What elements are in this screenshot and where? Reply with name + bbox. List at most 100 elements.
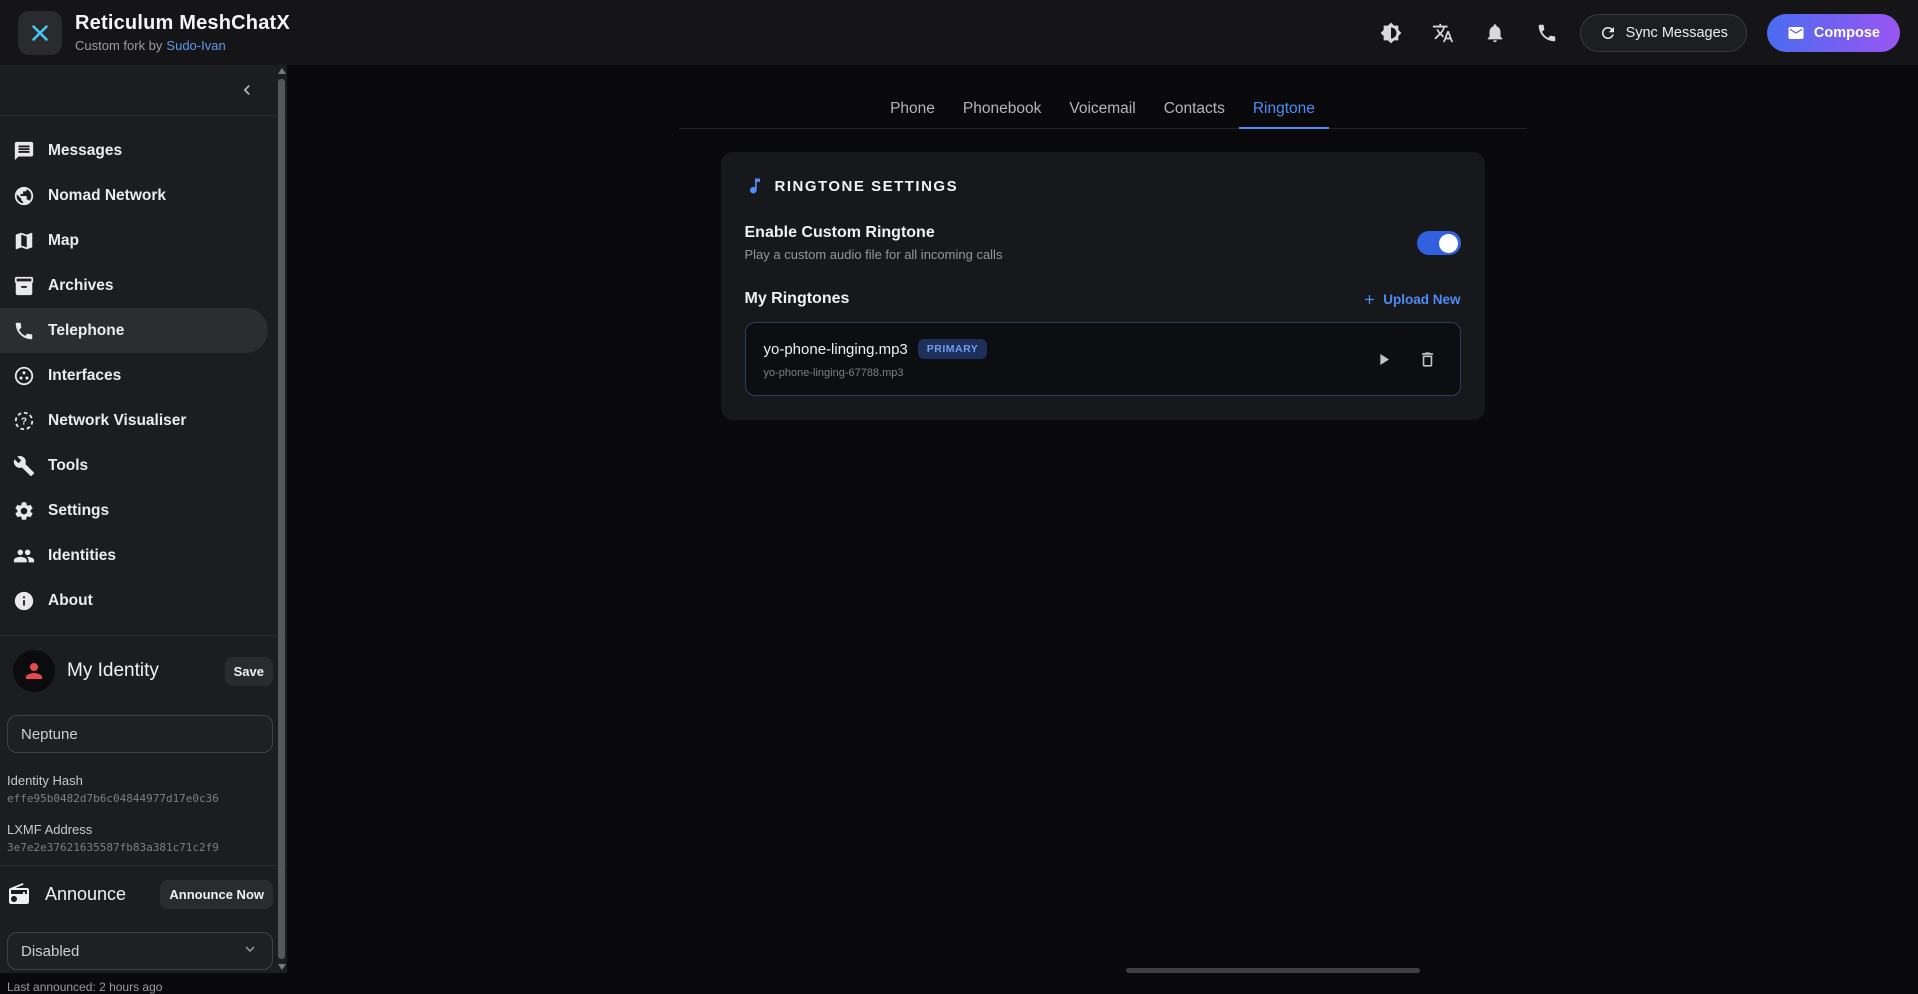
compose-label: Compose bbox=[1814, 25, 1880, 41]
sync-messages-button[interactable]: Sync Messages bbox=[1580, 14, 1747, 52]
sidebar-item-nomad-network[interactable]: Nomad Network bbox=[0, 173, 268, 218]
sidebar-item-identities[interactable]: Identities bbox=[0, 533, 268, 578]
enable-custom-ringtone-toggle[interactable] bbox=[1417, 231, 1461, 255]
display-name-input[interactable] bbox=[7, 715, 273, 753]
wrench-icon bbox=[13, 455, 35, 477]
globe-icon bbox=[13, 185, 35, 207]
fork-author-link[interactable]: Sudo-Ivan bbox=[166, 38, 225, 53]
ringtone-list-item[interactable]: yo-phone-linging.mp3 PRIMARY yo-phone-li… bbox=[745, 322, 1461, 396]
chevron-down-icon bbox=[241, 940, 259, 962]
sidebar-item-archives[interactable]: Archives bbox=[0, 263, 268, 308]
sidebar-item-label: Archives bbox=[48, 277, 113, 295]
sidebar-item-label: Identities bbox=[48, 547, 116, 565]
sidebar: Messages Nomad Network Map Archives Tele… bbox=[0, 65, 287, 973]
plus-icon bbox=[1362, 292, 1377, 307]
my-identity-section: My Identity Save Identity Hash effe95b04… bbox=[0, 636, 287, 854]
ringtone-actions bbox=[1370, 345, 1442, 373]
sidebar-item-interfaces[interactable]: Interfaces bbox=[0, 353, 268, 398]
enable-texts: Enable Custom Ringtone Play a custom aud… bbox=[745, 224, 1003, 262]
app-header: Reticulum MeshChatX Custom fork bySudo-I… bbox=[0, 0, 1918, 65]
archive-icon bbox=[13, 275, 35, 297]
announce-interval-select[interactable]: Disabled bbox=[7, 932, 273, 970]
lxmf-address-value: 3e7e2e37621635587fb83a381c71c2f9 bbox=[7, 841, 273, 854]
tab-phonebook[interactable]: Phonebook bbox=[949, 90, 1055, 129]
app-subtitle: Custom fork bySudo-Ivan bbox=[75, 38, 290, 53]
tab-ringtone[interactable]: Ringtone bbox=[1239, 90, 1329, 129]
page-title: Reticulum MeshChatX bbox=[75, 12, 290, 35]
info-icon bbox=[13, 590, 35, 612]
scroll-up-arrow-icon[interactable] bbox=[278, 68, 286, 74]
sidebar-item-label: Settings bbox=[48, 502, 109, 520]
ringtone-settings-card: RINGTONE SETTINGS Enable Custom Ringtone… bbox=[721, 152, 1485, 420]
phone-icon[interactable] bbox=[1528, 14, 1566, 52]
collapse-sidebar-button[interactable] bbox=[235, 78, 259, 102]
announce-title: Announce bbox=[45, 884, 126, 905]
card-title: RINGTONE SETTINGS bbox=[775, 178, 959, 195]
network-graph-icon: ? bbox=[13, 410, 35, 432]
sidebar-item-label: Interfaces bbox=[48, 367, 121, 385]
radio-icon bbox=[7, 882, 31, 906]
my-ringtones-row: My Ringtones Upload New bbox=[745, 290, 1461, 308]
ringtone-info: yo-phone-linging.mp3 PRIMARY yo-phone-li… bbox=[764, 339, 988, 379]
enable-custom-ringtone-description: Play a custom audio file for all incomin… bbox=[745, 247, 1003, 262]
sidebar-item-network-visualiser[interactable]: ? Network Visualiser bbox=[0, 398, 268, 443]
sidebar-item-label: Messages bbox=[48, 142, 122, 160]
sidebar-item-about[interactable]: About bbox=[0, 578, 268, 623]
ringtone-filename: yo-phone-linging-67788.mp3 bbox=[764, 367, 988, 379]
my-identity-header: My Identity Save bbox=[7, 649, 273, 693]
app-titles: Reticulum MeshChatX Custom fork bySudo-I… bbox=[75, 12, 290, 53]
last-announced-text: Last announced: 2 hours ago bbox=[7, 980, 273, 994]
tab-voicemail[interactable]: Voicemail bbox=[1055, 90, 1149, 129]
x-logo-icon bbox=[28, 21, 52, 45]
save-button[interactable]: Save bbox=[225, 657, 273, 686]
tab-phone[interactable]: Phone bbox=[876, 90, 949, 129]
sidebar-item-map[interactable]: Map bbox=[0, 218, 268, 263]
sidebar-scrollbar[interactable] bbox=[277, 65, 286, 973]
sidebar-item-telephone[interactable]: Telephone bbox=[0, 308, 268, 353]
scrollbar-thumb[interactable] bbox=[278, 79, 285, 959]
sidebar-item-messages[interactable]: Messages bbox=[0, 128, 268, 173]
announce-section: Announce Announce Now Disabled Last anno… bbox=[0, 866, 287, 994]
upload-new-button[interactable]: Upload New bbox=[1362, 292, 1460, 307]
play-button[interactable] bbox=[1370, 345, 1398, 373]
sidebar-item-tools[interactable]: Tools bbox=[0, 443, 268, 488]
enable-custom-ringtone-row: Enable Custom Ringtone Play a custom aud… bbox=[745, 224, 1461, 262]
sidebar-item-label: Network Visualiser bbox=[48, 412, 186, 430]
chat-icon bbox=[13, 140, 35, 162]
gear-icon bbox=[13, 500, 35, 522]
delete-button[interactable] bbox=[1414, 345, 1442, 373]
theme-icon[interactable] bbox=[1372, 14, 1410, 52]
sync-messages-label: Sync Messages bbox=[1626, 25, 1728, 41]
enable-custom-ringtone-label: Enable Custom Ringtone bbox=[745, 224, 1003, 242]
sidebar-item-label: Map bbox=[48, 232, 79, 250]
chevron-left-icon bbox=[237, 80, 257, 100]
ringtone-name: yo-phone-linging.mp3 bbox=[764, 341, 908, 358]
scroll-down-arrow-icon[interactable] bbox=[278, 964, 286, 970]
refresh-icon bbox=[1599, 24, 1617, 42]
notifications-icon[interactable] bbox=[1476, 14, 1514, 52]
primary-badge: PRIMARY bbox=[918, 339, 988, 359]
tab-contacts[interactable]: Contacts bbox=[1150, 90, 1239, 129]
play-icon bbox=[1374, 350, 1393, 369]
announce-now-button[interactable]: Announce Now bbox=[160, 880, 273, 909]
lxmf-address-label: LXMF Address bbox=[7, 822, 273, 837]
identity-hash-label: Identity Hash bbox=[7, 773, 273, 788]
my-ringtones-title: My Ringtones bbox=[745, 290, 850, 308]
hub-icon bbox=[13, 365, 35, 387]
sidebar-item-label: Tools bbox=[48, 457, 88, 475]
ringtone-name-row: yo-phone-linging.mp3 PRIMARY bbox=[764, 339, 988, 359]
app-logo bbox=[18, 11, 62, 55]
sidebar-item-settings[interactable]: Settings bbox=[0, 488, 268, 533]
compose-button[interactable]: Compose bbox=[1767, 14, 1900, 52]
card-header: RINGTONE SETTINGS bbox=[745, 176, 1461, 196]
sidebar-item-label: Nomad Network bbox=[48, 187, 166, 205]
identity-hash-value: effe95b0482d7b6c04844977d17e0c36 bbox=[7, 792, 273, 805]
svg-text:?: ? bbox=[21, 416, 27, 427]
main-content: Phone Phonebook Voicemail Contacts Ringt… bbox=[287, 65, 1918, 973]
horizontal-scrollbar-thumb[interactable] bbox=[1126, 968, 1420, 973]
translate-icon[interactable] bbox=[1424, 14, 1462, 52]
person-icon bbox=[22, 659, 46, 683]
people-icon bbox=[13, 545, 35, 567]
sidebar-top bbox=[0, 65, 287, 115]
sidebar-item-label: Telephone bbox=[48, 322, 124, 340]
